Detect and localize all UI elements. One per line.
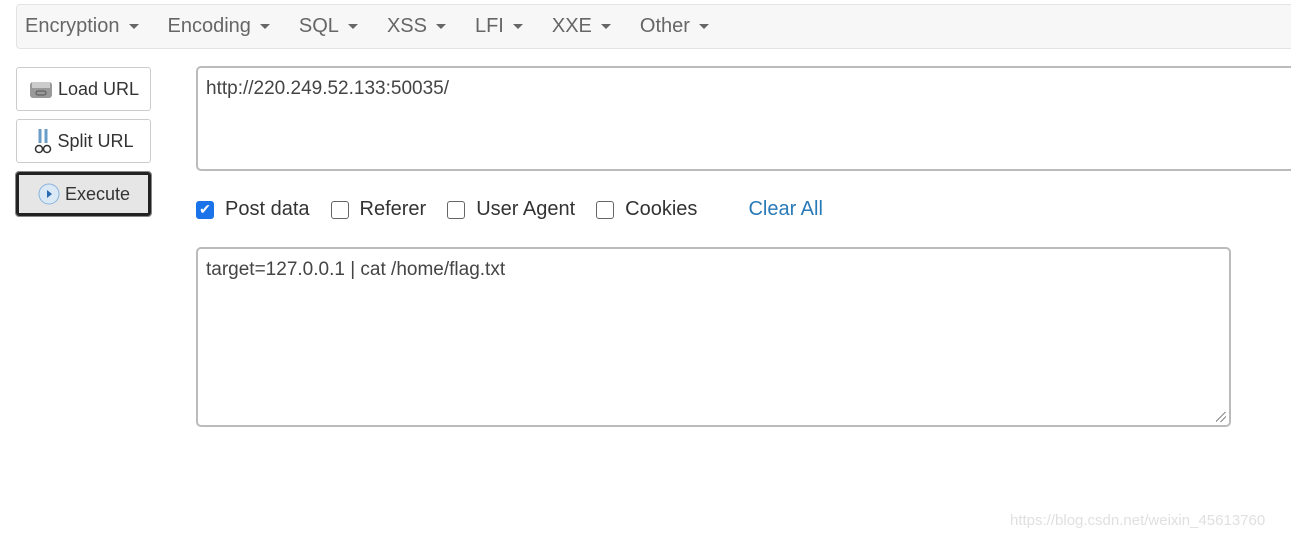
- menu-label: XSS: [386, 15, 427, 37]
- menu-label: Other: [639, 15, 690, 37]
- drive-icon: [29, 82, 52, 98]
- caret-down-icon: [512, 24, 523, 29]
- url-text: http://220.249.52.133:50035/: [206, 78, 449, 99]
- scissors-icon: [35, 129, 52, 154]
- option-label: Referer: [359, 198, 427, 220]
- caret-down-icon: [259, 24, 270, 29]
- caret-down-icon: [698, 24, 709, 29]
- menu-sql[interactable]: SQL: [291, 15, 366, 38]
- menu-label: XXE: [551, 15, 592, 37]
- execute-button[interactable]: Execute: [15, 171, 152, 217]
- load-url-button[interactable]: Load URL: [16, 67, 151, 111]
- menu-encoding[interactable]: Encoding: [160, 15, 278, 38]
- caret-down-icon: [347, 24, 358, 29]
- user-agent-checkbox[interactable]: User Agent: [447, 198, 575, 221]
- post-body-text: target=127.0.0.1 | cat /home/flag.txt: [206, 259, 506, 280]
- option-label: Cookies: [625, 198, 698, 220]
- check-icon: ✔: [196, 200, 214, 219]
- menu-label: LFI: [474, 15, 504, 37]
- caret-down-icon: [128, 24, 139, 29]
- watermark: https://blog.csdn.net/weixin_45613760: [1010, 512, 1266, 529]
- play-icon: [38, 183, 60, 205]
- menu-label: Encoding: [167, 15, 251, 37]
- referer-checkbox[interactable]: Referer: [330, 198, 427, 221]
- option-label: Post data: [225, 198, 310, 220]
- menu-bar: Encryption Encoding SQL XSS LFI XXE Othe…: [16, 4, 1291, 49]
- options-row: ✔ Post data Referer User Agent Cookies Cl…: [196, 198, 823, 221]
- menu-label: SQL: [298, 15, 339, 37]
- menu-xxe[interactable]: XXE: [544, 15, 619, 38]
- checkbox-box: [447, 200, 466, 219]
- menu-lfi[interactable]: LFI: [467, 15, 531, 38]
- option-label: User Agent: [476, 198, 576, 220]
- button-label: Split URL: [57, 130, 134, 151]
- checkbox-box: [596, 200, 615, 219]
- menu-xss[interactable]: XSS: [379, 15, 454, 38]
- resize-handle[interactable]: [1216, 412, 1226, 422]
- caret-down-icon: [435, 24, 446, 29]
- post-data-checkbox[interactable]: ✔ Post data: [196, 198, 310, 221]
- clear-all-link[interactable]: Clear All: [748, 198, 822, 221]
- split-url-button[interactable]: Split URL: [16, 119, 151, 163]
- url-input[interactable]: http://220.249.52.133:50035/: [196, 66, 1291, 171]
- button-label: Load URL: [57, 78, 140, 99]
- cookies-checkbox[interactable]: Cookies: [596, 198, 697, 221]
- menu-encryption[interactable]: Encryption: [17, 15, 147, 38]
- caret-down-icon: [600, 24, 611, 29]
- menu-other[interactable]: Other: [632, 15, 717, 38]
- post-data-textarea[interactable]: target=127.0.0.1 | cat /home/flag.txt: [196, 247, 1231, 427]
- button-label: Execute: [64, 183, 131, 204]
- menu-label: Encryption: [25, 15, 120, 37]
- checkbox-box: [330, 200, 349, 219]
